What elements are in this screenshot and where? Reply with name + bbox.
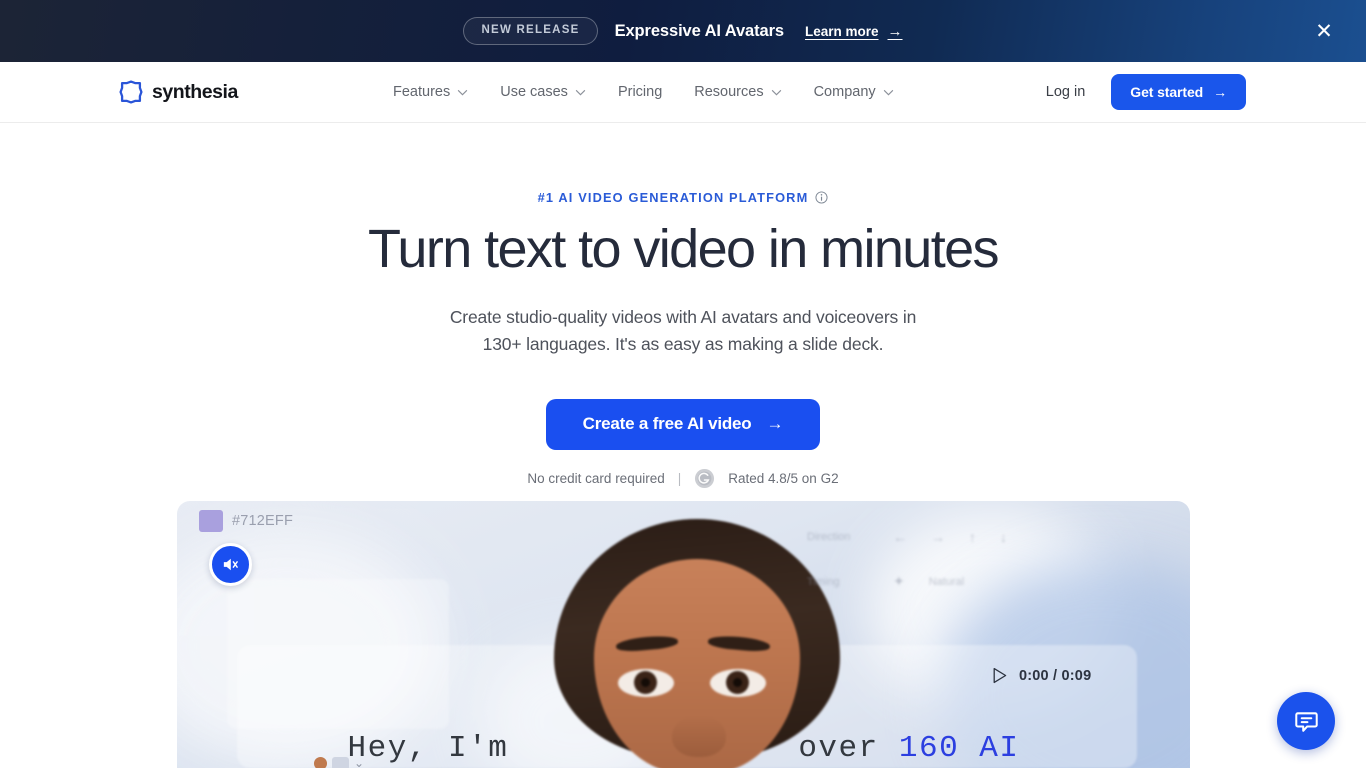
ghost-label-direction: Direction (807, 531, 851, 543)
cta-label: Create a free AI video (582, 414, 752, 433)
wand-icon: ✦ (893, 573, 905, 589)
close-banner-button[interactable]: ✕ (1282, 0, 1366, 62)
chevron-down-icon (575, 89, 586, 95)
create-free-ai-video-button[interactable]: Create a free AI video → (545, 398, 821, 450)
subheadline-line-2: 130+ languages. It's as easy as making a… (482, 333, 884, 354)
nav-label: Use cases (500, 84, 568, 100)
chevron-down-icon (771, 89, 781, 95)
hero-subheadline: Create studio-quality videos with AI ava… (0, 304, 1366, 357)
subheadline-line-1: Create studio-quality videos with AI ava… (449, 307, 917, 328)
nav-label: Resources (694, 84, 764, 100)
page-title: Turn text to video in minutes (368, 219, 1000, 279)
no-credit-card-text: No credit card required (527, 470, 665, 486)
video-time-display[interactable]: 0:00 / 0:09 (992, 667, 1091, 684)
avatar-thumbnail-icon[interactable] (314, 756, 327, 768)
hero-section: #1 AI VIDEO GENERATION PLATFORM Turn tex… (0, 123, 1366, 489)
chevron-down-icon[interactable]: ⌄ (354, 756, 364, 768)
nav-item-features[interactable]: Features (393, 84, 468, 100)
logo-wordmark: synthesia (152, 80, 238, 103)
caption-toolbar[interactable]: ⌄ (314, 756, 364, 768)
new-release-badge: NEW RELEASE (463, 16, 598, 46)
hero-cta-wrap: Create a free AI video → (0, 398, 1366, 450)
close-icon: ✕ (1315, 19, 1333, 43)
announcement-title: Expressive AI Avatars (614, 21, 785, 40)
color-hex-label: #712EFF (232, 513, 294, 529)
login-link[interactable]: Log in (1046, 84, 1086, 100)
chevron-down-icon (457, 89, 468, 95)
nav-actions: Log in Get started → (1046, 74, 1246, 110)
nav-label: Company (813, 84, 876, 100)
learn-more-label: Learn more (804, 23, 879, 39)
play-icon[interactable] (992, 667, 1008, 684)
meta-separator: | (677, 470, 682, 486)
arrow-up-icon: ↑ (969, 529, 976, 545)
caption-part-2: over (798, 731, 879, 766)
announcement-banner: NEW RELEASE Expressive AI Avatars Learn … (0, 0, 1366, 62)
arrow-right-icon: → (931, 529, 945, 545)
ghost-row-timing: Timing ✦ Natural (807, 573, 1007, 590)
avatar-pupil (641, 678, 650, 687)
nav-item-use-cases[interactable]: Use cases (500, 84, 586, 100)
synthesia-octagon-logo-icon (119, 80, 143, 104)
g2-badge-icon (695, 468, 715, 488)
color-swatch-row: #712EFF (199, 510, 293, 532)
nav-item-company[interactable]: Company (814, 84, 894, 100)
arrow-right-icon: → (887, 22, 903, 40)
ghost-row-direction: Direction ← → ↑ ↓ (807, 529, 1007, 545)
hero-video-player[interactable]: #712EFF Direction ← → ↑ ↓ Timing ✦ Natur… (177, 501, 1190, 768)
nav-item-resources[interactable]: Resources (694, 84, 781, 100)
arrow-down-icon: ↓ (1000, 529, 1007, 545)
info-icon[interactable] (815, 191, 828, 204)
layout-icon[interactable] (332, 756, 349, 768)
arrow-right-icon: → (766, 414, 784, 433)
main-navigation: synthesia Features Use cases Pricing Res… (0, 62, 1366, 123)
chat-widget-button[interactable] (1277, 692, 1335, 750)
mute-toggle-button[interactable] (209, 543, 252, 586)
chat-bubble-icon (1294, 711, 1318, 732)
arrow-right-icon: → (1213, 84, 1227, 100)
caption-part-1: Hey, I'm (347, 731, 509, 766)
eyebrow-label: #1 AI VIDEO GENERATION PLATFORM (537, 190, 809, 205)
ghost-value-natural: Natural (928, 575, 965, 588)
synthesia-logo[interactable]: synthesia (119, 80, 238, 104)
arrow-left-icon: ← (893, 529, 907, 545)
learn-more-link[interactable]: Learn more → (805, 23, 903, 40)
get-started-label: Get started (1130, 84, 1204, 100)
cta-meta: No credit card required | Rated 4.8/5 on… (0, 468, 1366, 489)
get-started-button[interactable]: Get started → (1111, 74, 1246, 110)
time-text: 0:00 / 0:09 (1019, 667, 1092, 684)
nav-links: Features Use cases Pricing Resources Com… (393, 84, 894, 100)
announcement-content: NEW RELEASE Expressive AI Avatars Learn … (463, 16, 903, 46)
nav-label: Features (393, 84, 451, 100)
g2-rating-text: Rated 4.8/5 on G2 (728, 470, 839, 486)
avatar-pupil (733, 678, 742, 687)
hero-eyebrow: #1 AI VIDEO GENERATION PLATFORM (538, 190, 829, 205)
ghost-label-timing: Timing (807, 575, 840, 588)
nav-label: Pricing (617, 84, 663, 100)
ghost-editor-controls: Direction ← → ↑ ↓ Timing ✦ Natural (807, 529, 1007, 618)
chevron-down-icon (883, 89, 893, 95)
color-swatch (199, 510, 223, 532)
nav-item-pricing[interactable]: Pricing (618, 84, 662, 100)
speaker-muted-icon (223, 558, 238, 571)
caption-highlight: 160 AI (898, 731, 1020, 766)
